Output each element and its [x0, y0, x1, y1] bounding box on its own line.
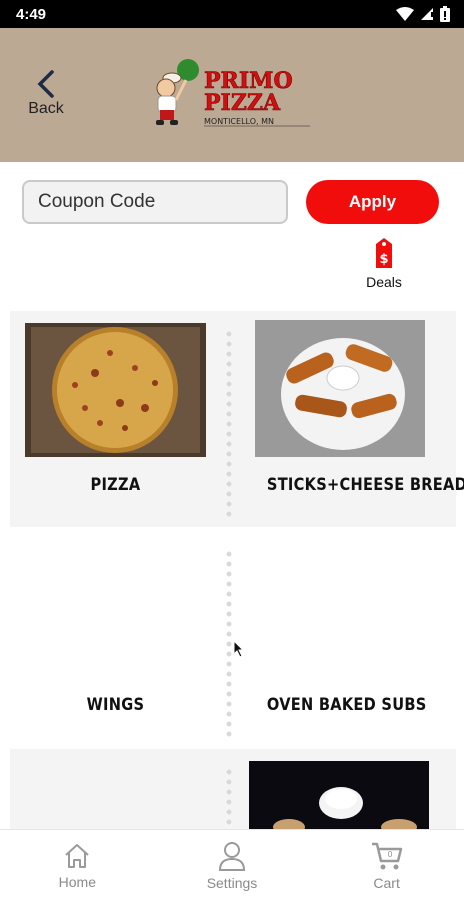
category-oven-baked-subs[interactable]: OVEN BAKED SUBS — [255, 537, 427, 727]
column-divider — [225, 329, 233, 517]
category-pizza[interactable]: PIZZA — [25, 323, 206, 513]
nav-label: Home — [58, 873, 96, 890]
price-tag-icon: $ — [376, 238, 392, 268]
nav-label: Settings — [206, 874, 258, 891]
deals-label: Deals — [366, 274, 402, 290]
category-wings[interactable]: WINGS — [25, 537, 206, 727]
category-item[interactable] — [249, 761, 429, 829]
mouse-cursor-icon — [233, 640, 245, 658]
deals-button[interactable]: $ Deals — [358, 236, 410, 302]
no-sim-icon — [421, 8, 433, 20]
category-name: OVEN BAKED SUBS — [266, 695, 427, 715]
coupon-code-input[interactable] — [22, 180, 288, 224]
category-row: WINGS OVEN BAKED SUBS — [10, 527, 456, 749]
home-icon — [65, 843, 90, 868]
back-label: Back — [28, 100, 64, 117]
svg-text:PIZZA: PIZZA — [204, 90, 281, 116]
svg-text:0: 0 — [387, 850, 392, 859]
status-icons — [396, 6, 450, 22]
cheese-sticks-photo — [255, 320, 425, 457]
primo-pizza-logo: PRIMO PIZZA MONTICELLO, MN — [156, 59, 310, 127]
column-divider — [225, 767, 233, 829]
battery-icon — [440, 6, 450, 22]
nav-label: Cart — [373, 874, 400, 891]
chevron-left-icon — [37, 70, 54, 98]
status-bar: 4:49 — [0, 0, 464, 28]
category-sticks-cheese-bread[interactable]: STICKS+CHEESE BREAD — [255, 320, 464, 513]
cart-icon: 0 — [371, 842, 402, 869]
category-row — [10, 749, 456, 829]
status-time: 4:49 — [16, 5, 47, 23]
nav-cart[interactable]: 0 Cart — [332, 841, 442, 891]
svg-text:$: $ — [379, 252, 388, 267]
bottom-navigation: Home Settings 0 Cart — [0, 829, 464, 901]
nav-home[interactable]: Home — [22, 842, 132, 890]
category-row: PIZZA STICKS+CHEESE BREAD — [10, 311, 464, 527]
food-photo — [249, 761, 429, 829]
svg-text:MONTICELLO, MN: MONTICELLO, MN — [204, 117, 274, 126]
category-name: PIZZA — [90, 475, 141, 495]
category-name: STICKS+CHEESE BREAD — [266, 475, 464, 495]
column-divider — [225, 549, 233, 739]
wifi-icon — [396, 7, 414, 21]
app-header: Back PRIMO PIZZA MONTICELLO, MN — [0, 28, 464, 162]
apply-button[interactable]: Apply — [306, 180, 439, 224]
category-name: WINGS — [86, 695, 145, 715]
pizza-photo — [25, 323, 206, 457]
person-icon — [218, 841, 245, 871]
back-button[interactable]: Back — [20, 70, 72, 126]
nav-settings[interactable]: Settings — [177, 841, 287, 891]
